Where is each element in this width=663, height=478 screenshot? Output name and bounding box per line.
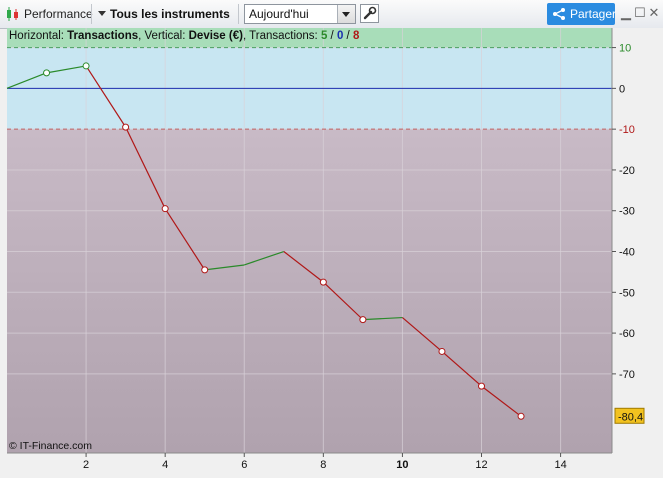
share-icon bbox=[553, 8, 565, 20]
data-point bbox=[359, 316, 367, 324]
x-tick-label: 6 bbox=[241, 459, 247, 471]
x-tick-label: 14 bbox=[554, 459, 566, 471]
data-point bbox=[82, 62, 90, 70]
y-tick-label: -30 bbox=[619, 206, 635, 218]
toolbar-divider bbox=[238, 4, 239, 24]
y-tick-label: -60 bbox=[619, 328, 635, 340]
close-icon: ✕ bbox=[648, 5, 660, 20]
header-text: Horizontal: Transactions, Vertical: Devi… bbox=[9, 30, 360, 42]
data-point bbox=[438, 347, 446, 355]
y-tick-label: -70 bbox=[619, 369, 635, 381]
x-axis: 2 4 6 8 10 12 14 bbox=[0, 452, 612, 478]
y-tick-label: -50 bbox=[619, 287, 635, 299]
data-point bbox=[122, 123, 130, 131]
performance-chart: 10 0 -10 -20 -30 -40 -50 -60 -70 2 4 6 8 10 12 14 Hori… bbox=[0, 28, 663, 478]
close-button[interactable]: ✕ bbox=[647, 6, 661, 20]
y-tick-label: -10 bbox=[619, 124, 635, 136]
share-button[interactable]: Partager bbox=[547, 3, 617, 25]
maximize-button[interactable]: ☐ bbox=[633, 6, 647, 20]
x-axis-bg bbox=[0, 453, 612, 478]
data-point bbox=[319, 278, 327, 286]
maximize-icon: ☐ bbox=[634, 5, 646, 20]
chevron-down-icon[interactable] bbox=[337, 5, 355, 23]
wrench-icon bbox=[363, 6, 377, 20]
x-tick-label: 2 bbox=[83, 459, 89, 471]
x-tick-label: 4 bbox=[162, 459, 168, 471]
instrument-dropdown[interactable]: Tous les instruments bbox=[98, 7, 230, 21]
toolbar-divider bbox=[91, 4, 92, 24]
performance-label: Performance bbox=[24, 7, 93, 21]
minimize-icon: ▁ bbox=[621, 5, 631, 20]
settings-button[interactable] bbox=[360, 4, 379, 23]
toolbar: Performance Tous les instruments Aujourd… bbox=[0, 0, 663, 29]
share-label: Partager bbox=[570, 7, 617, 21]
period-select-value: Aujourd'hui bbox=[249, 7, 309, 21]
x-tick-label: 12 bbox=[475, 459, 487, 471]
minimize-button[interactable]: ▁ bbox=[619, 6, 633, 20]
instrument-label: Tous les instruments bbox=[110, 7, 230, 21]
last-value-badge: -80,4 bbox=[614, 407, 645, 424]
y-tick-label: -40 bbox=[619, 247, 635, 259]
x-tick-label: 10 bbox=[396, 459, 408, 471]
data-point bbox=[517, 412, 525, 420]
chevron-down-icon bbox=[98, 11, 106, 16]
data-point bbox=[43, 69, 51, 77]
y-tick-label: -20 bbox=[619, 165, 635, 177]
loss-zone bbox=[7, 129, 612, 453]
y-tick-label: 0 bbox=[619, 83, 625, 95]
watermark: © IT-Finance.com bbox=[9, 440, 92, 452]
y-tick-label: 10 bbox=[619, 43, 631, 55]
data-point bbox=[478, 382, 486, 390]
period-select[interactable]: Aujourd'hui bbox=[244, 4, 356, 24]
candlestick-icon bbox=[7, 7, 18, 21]
x-tick-label: 8 bbox=[320, 459, 326, 471]
data-point bbox=[201, 266, 209, 274]
chart-header: Horizontal: Transactions, Vertical: Devi… bbox=[9, 30, 360, 42]
data-point bbox=[161, 205, 169, 213]
last-value-label: -80,4 bbox=[618, 411, 643, 423]
